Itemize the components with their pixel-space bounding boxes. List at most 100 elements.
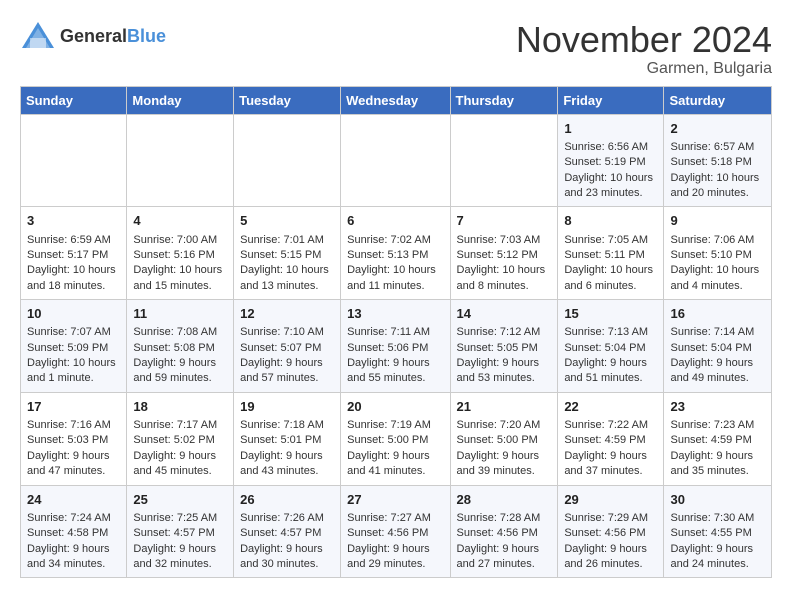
calendar-table: SundayMondayTuesdayWednesdayThursdayFrid… — [20, 86, 772, 579]
day-number: 20 — [347, 398, 443, 416]
weekday-header-monday: Monday — [127, 86, 234, 114]
day-info: Sunrise: 7:28 AM Sunset: 4:56 PM Dayligh… — [457, 511, 552, 573]
day-number: 6 — [347, 212, 443, 230]
weekday-header-tuesday: Tuesday — [234, 86, 341, 114]
day-cell — [127, 114, 234, 207]
weekday-header-friday: Friday — [558, 86, 664, 114]
day-info: Sunrise: 7:11 AM Sunset: 5:06 PM Dayligh… — [347, 325, 443, 387]
week-row-1: 1Sunrise: 6:56 AM Sunset: 5:19 PM Daylig… — [21, 114, 772, 207]
day-cell: 11Sunrise: 7:08 AM Sunset: 5:08 PM Dayli… — [127, 300, 234, 393]
day-info: Sunrise: 6:57 AM Sunset: 5:18 PM Dayligh… — [670, 140, 765, 202]
day-info: Sunrise: 7:23 AM Sunset: 4:59 PM Dayligh… — [670, 418, 765, 480]
day-cell: 7 Sunrise: 7:03 AM Sunset: 5:12 PM Daylig… — [450, 207, 558, 300]
day-number: 15 — [564, 305, 657, 323]
location: Garmen, Bulgaria — [516, 60, 772, 78]
logo-text-block: GeneralBlue — [60, 27, 166, 46]
weekday-header-thursday: Thursday — [450, 86, 558, 114]
day-cell: 22 Sunrise: 7:22 AM Sunset: 4:59 PM Dayli… — [558, 392, 664, 485]
day-cell: 29 Sunrise: 7:29 AM Sunset: 4:56 PM Dayli… — [558, 485, 664, 578]
header: GeneralBlue November 2024 Garmen, Bulgar… — [20, 20, 772, 78]
day-number: 14 — [457, 305, 552, 323]
day-number: 17 — [27, 398, 120, 416]
title-block: November 2024 Garmen, Bulgaria — [516, 20, 772, 78]
day-info: Sunrise: 7:07 AM Sunset: 5:09 PM Dayligh… — [27, 325, 120, 387]
logo: GeneralBlue — [20, 20, 166, 52]
day-info: Sunrise: 7:24 AM Sunset: 4:58 PM Dayligh… — [27, 511, 120, 573]
day-number: 28 — [457, 491, 552, 509]
week-row-3: 10 Sunrise: 7:07 AM Sunset: 5:09 PM Dayli… — [21, 300, 772, 393]
day-number: 5 — [240, 212, 334, 230]
day-cell: 24 Sunrise: 7:24 AM Sunset: 4:58 PM Dayli… — [21, 485, 127, 578]
logo-icon — [20, 20, 56, 52]
day-cell: 13 Sunrise: 7:11 AM Sunset: 5:06 PM Dayli… — [341, 300, 450, 393]
day-number: 12 — [240, 305, 334, 323]
day-cell: 25 Sunrise: 7:25 AM Sunset: 4:57 PM Dayli… — [127, 485, 234, 578]
week-row-2: 3Sunrise: 6:59 AM Sunset: 5:17 PM Daylig… — [21, 207, 772, 300]
day-number: 25 — [133, 491, 227, 509]
logo-line: GeneralBlue — [60, 27, 166, 46]
day-cell: 14Sunrise: 7:12 AM Sunset: 5:05 PM Dayli… — [450, 300, 558, 393]
day-number: 24 — [27, 491, 120, 509]
day-cell: 3Sunrise: 6:59 AM Sunset: 5:17 PM Daylig… — [21, 207, 127, 300]
day-number: 4 — [133, 212, 227, 230]
day-cell: 16Sunrise: 7:14 AM Sunset: 5:04 PM Dayli… — [664, 300, 772, 393]
day-number: 7 — [457, 212, 552, 230]
day-number: 23 — [670, 398, 765, 416]
day-cell: 5Sunrise: 7:01 AM Sunset: 5:15 PM Daylig… — [234, 207, 341, 300]
day-cell — [341, 114, 450, 207]
day-info: Sunrise: 7:18 AM Sunset: 5:01 PM Dayligh… — [240, 418, 334, 480]
day-info: Sunrise: 7:16 AM Sunset: 5:03 PM Dayligh… — [27, 418, 120, 480]
day-cell: 2 Sunrise: 6:57 AM Sunset: 5:18 PM Daylig… — [664, 114, 772, 207]
day-number: 8 — [564, 212, 657, 230]
day-info: Sunrise: 7:25 AM Sunset: 4:57 PM Dayligh… — [133, 511, 227, 573]
day-number: 22 — [564, 398, 657, 416]
day-info: Sunrise: 7:20 AM Sunset: 5:00 PM Dayligh… — [457, 418, 552, 480]
day-cell: 17 Sunrise: 7:16 AM Sunset: 5:03 PM Dayli… — [21, 392, 127, 485]
day-number: 9 — [670, 212, 765, 230]
day-cell: 27Sunrise: 7:27 AM Sunset: 4:56 PM Dayli… — [341, 485, 450, 578]
day-info: Sunrise: 7:29 AM Sunset: 4:56 PM Dayligh… — [564, 511, 657, 573]
day-cell: 21 Sunrise: 7:20 AM Sunset: 5:00 PM Dayli… — [450, 392, 558, 485]
day-number: 19 — [240, 398, 334, 416]
day-info: Sunrise: 7:26 AM Sunset: 4:57 PM Dayligh… — [240, 511, 334, 573]
day-info: Sunrise: 7:03 AM Sunset: 5:12 PM Dayligh… — [457, 233, 552, 295]
day-number: 21 — [457, 398, 552, 416]
day-number: 10 — [27, 305, 120, 323]
day-number: 16 — [670, 305, 765, 323]
day-number: 26 — [240, 491, 334, 509]
day-info: Sunrise: 7:00 AM Sunset: 5:16 PM Dayligh… — [133, 233, 227, 295]
day-info: Sunrise: 7:05 AM Sunset: 5:11 PM Dayligh… — [564, 233, 657, 295]
day-cell: 9 Sunrise: 7:06 AM Sunset: 5:10 PM Daylig… — [664, 207, 772, 300]
day-number: 2 — [670, 120, 765, 138]
day-number: 29 — [564, 491, 657, 509]
day-info: Sunrise: 7:30 AM Sunset: 4:55 PM Dayligh… — [670, 511, 765, 573]
day-cell — [234, 114, 341, 207]
day-cell — [450, 114, 558, 207]
day-cell: 1Sunrise: 6:56 AM Sunset: 5:19 PM Daylig… — [558, 114, 664, 207]
day-cell: 19 Sunrise: 7:18 AM Sunset: 5:01 PM Dayli… — [234, 392, 341, 485]
day-cell: 12 Sunrise: 7:10 AM Sunset: 5:07 PM Dayli… — [234, 300, 341, 393]
day-cell: 30Sunrise: 7:30 AM Sunset: 4:55 PM Dayli… — [664, 485, 772, 578]
day-number: 27 — [347, 491, 443, 509]
day-cell: 8 Sunrise: 7:05 AM Sunset: 5:11 PM Daylig… — [558, 207, 664, 300]
page: GeneralBlue November 2024 Garmen, Bulgar… — [0, 0, 792, 588]
day-info: Sunrise: 7:22 AM Sunset: 4:59 PM Dayligh… — [564, 418, 657, 480]
day-number: 3 — [27, 212, 120, 230]
day-number: 18 — [133, 398, 227, 416]
day-info: Sunrise: 7:13 AM Sunset: 5:04 PM Dayligh… — [564, 325, 657, 387]
day-number: 13 — [347, 305, 443, 323]
weekday-header-row: SundayMondayTuesdayWednesdayThursdayFrid… — [21, 86, 772, 114]
day-info: Sunrise: 7:06 AM Sunset: 5:10 PM Dayligh… — [670, 233, 765, 295]
day-info: Sunrise: 7:10 AM Sunset: 5:07 PM Dayligh… — [240, 325, 334, 387]
logo-general: General — [60, 26, 127, 46]
day-cell: 20 Sunrise: 7:19 AM Sunset: 5:00 PM Dayli… — [341, 392, 450, 485]
weekday-header-sunday: Sunday — [21, 86, 127, 114]
weekday-header-wednesday: Wednesday — [341, 86, 450, 114]
day-cell: 10 Sunrise: 7:07 AM Sunset: 5:09 PM Dayli… — [21, 300, 127, 393]
day-cell: 18Sunrise: 7:17 AM Sunset: 5:02 PM Dayli… — [127, 392, 234, 485]
day-info: Sunrise: 7:19 AM Sunset: 5:00 PM Dayligh… — [347, 418, 443, 480]
month-title: November 2024 — [516, 20, 772, 60]
day-cell: 23 Sunrise: 7:23 AM Sunset: 4:59 PM Dayli… — [664, 392, 772, 485]
day-cell: 6Sunrise: 7:02 AM Sunset: 5:13 PM Daylig… — [341, 207, 450, 300]
day-number: 1 — [564, 120, 657, 138]
